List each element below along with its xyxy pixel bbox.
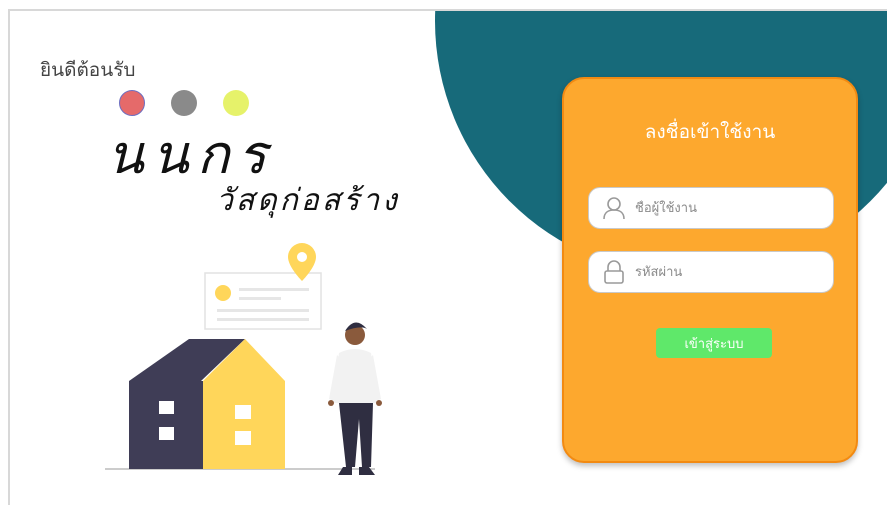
username-field[interactable] [588, 187, 834, 229]
login-title: ลงชื่อเข้าใช้งาน [644, 121, 776, 143]
lock-icon [604, 260, 624, 284]
user-icon [603, 197, 625, 220]
login-card: ลงชื่อเข้าใช้งาน เข้าสู่ระบบ [562, 77, 858, 463]
page-frame: ยินดีต้อนรับ นนกร วัสดุก่อสร้าง ลงชื่อเข… [8, 9, 887, 505]
brand-subtitle: วัสดุก่อสร้าง [216, 183, 400, 218]
password-field[interactable] [588, 251, 834, 293]
login-button[interactable]: เข้าสู่ระบบ [656, 328, 772, 358]
house-person-illustration [105, 243, 382, 475]
username-input[interactable] [633, 199, 827, 217]
welcome-text: ยินดีต้อนรับ [40, 59, 136, 81]
password-input[interactable] [633, 263, 827, 281]
